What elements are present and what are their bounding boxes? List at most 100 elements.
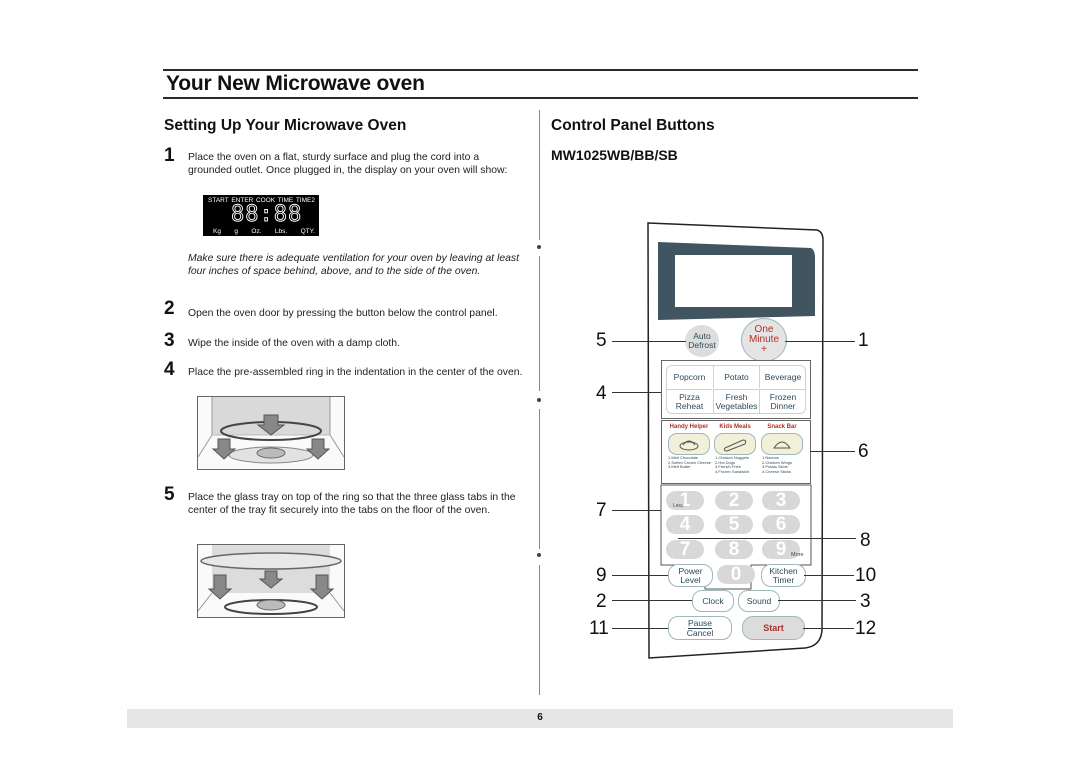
digit-7-button[interactable]: 7 <box>666 539 704 560</box>
button-label: Cancel <box>686 627 714 638</box>
potato-button[interactable]: Potato <box>713 366 759 388</box>
handy-helper-list: 1.Melt Chocolate 2.Soften Cream Cheese 3… <box>668 455 711 470</box>
step-number: 4 <box>164 359 175 380</box>
display-digits: 88:88 <box>231 202 303 227</box>
step-number: 2 <box>164 298 175 319</box>
list-item: 3.Melt Butter <box>668 464 691 470</box>
divider-dot <box>537 398 541 402</box>
callout-line <box>612 575 668 576</box>
digit-6-button[interactable]: 6 <box>762 514 800 535</box>
list-item: 4.Cheese Sticks <box>762 468 791 474</box>
display-label: START <box>208 197 229 204</box>
snack-bar-label: Snack Bar <box>767 424 797 430</box>
step-text: Place the glass tray on top of the ring … <box>188 492 516 516</box>
divider-dot <box>537 553 541 557</box>
display-unit: Lbs. <box>274 228 288 235</box>
callout-number: 4 <box>596 383 607 404</box>
snack-bar-button[interactable] <box>761 433 803 455</box>
kids-meals-list: 1.Chicken Nuggets 2.Hot Dogs 3.French Fr… <box>715 455 750 474</box>
callout-number: 3 <box>860 591 871 612</box>
top-rule <box>163 69 918 71</box>
display-screen <box>675 255 792 307</box>
list-item: 4.Frozen Sandwich <box>715 468 750 474</box>
callout-number: 8 <box>860 530 871 551</box>
button-label: Defrost <box>688 340 716 350</box>
digit-2-button[interactable]: 2 <box>715 490 753 511</box>
step-number: 5 <box>164 484 175 505</box>
digit-3-button[interactable]: 3 <box>762 490 800 511</box>
plus-icon: + <box>761 344 767 355</box>
kitchen-timer-button[interactable]: Kitchen Timer <box>761 564 806 587</box>
callout-line <box>810 451 855 452</box>
oven-interior-tray-image <box>198 545 344 617</box>
digit-4-button[interactable]: 4 <box>666 514 704 535</box>
bowl-icon <box>679 440 699 451</box>
model-number: MW1025WB/BB/SB <box>551 147 678 163</box>
callout-line <box>612 510 661 511</box>
handy-helper-button[interactable] <box>668 433 710 455</box>
hot-dog-icon <box>723 439 747 452</box>
taco-icon <box>773 441 791 449</box>
display-unit: g <box>234 228 238 235</box>
button-label: Pause <box>687 617 713 629</box>
column-divider <box>539 256 540 391</box>
power-level-button[interactable]: Power Level <box>668 564 713 587</box>
callout-line <box>612 341 686 342</box>
callout-number: 9 <box>596 565 607 586</box>
kids-meals-button[interactable] <box>714 433 756 455</box>
start-button[interactable]: Start <box>742 616 805 640</box>
snack-bar-list: 1.Nachos 2.Chicken Wings 3.Potato Skins … <box>762 455 792 474</box>
ring-illustration <box>197 396 345 470</box>
callout-line <box>803 628 854 629</box>
handy-helper-label: Handy Helper <box>669 424 709 430</box>
auto-defrost-button[interactable]: Auto Defrost <box>685 325 719 357</box>
digit-5-button[interactable]: 5 <box>715 514 753 535</box>
pizza-reheat-button[interactable]: Pizza Reheat <box>667 389 712 414</box>
fresh-vegetables-button[interactable]: Fresh Vegetables <box>713 389 759 414</box>
setup-heading: Setting Up Your Microwave Oven <box>164 117 407 134</box>
popcorn-button[interactable]: Popcorn <box>667 366 712 388</box>
step-number: 1 <box>164 145 175 166</box>
helper-group: Handy Helper Kids Meals Snack Bar 1.Melt… <box>661 420 811 484</box>
digit-8-button[interactable]: 8 <box>715 539 753 560</box>
callout-number: 1 <box>858 330 869 351</box>
button-label: Dinner <box>770 401 796 411</box>
callout-line <box>678 538 856 539</box>
button-label: Timer <box>772 574 795 585</box>
one-minute-button[interactable]: One Minute + <box>741 318 787 362</box>
step-number: 3 <box>164 330 175 351</box>
button-label: Level <box>680 574 701 585</box>
display-unit: Oz. <box>251 228 262 235</box>
auto-cook-group: Popcorn Potato Beverage Pizza Reheat Fre… <box>661 360 811 419</box>
column-divider <box>539 565 540 695</box>
digit-0-button[interactable]: 0 <box>717 564 755 585</box>
step-text: Open the oven door by pressing the butto… <box>188 308 498 319</box>
callout-number: 7 <box>596 500 607 521</box>
kids-meals-label: Kids Meals <box>719 424 751 430</box>
callout-number: 11 <box>589 618 609 639</box>
sound-button[interactable]: Sound <box>738 590 780 612</box>
display-unit: Kg <box>213 228 221 235</box>
display-unit: QTY. <box>300 228 315 235</box>
more-label: More <box>791 552 804 558</box>
callout-line <box>804 575 854 576</box>
beverage-button[interactable]: Beverage <box>759 366 806 388</box>
less-label: Less <box>673 503 684 509</box>
callout-number: 2 <box>596 591 607 612</box>
page-footer: 6 <box>127 709 953 728</box>
oven-interior-ring-image <box>198 397 344 469</box>
step-text: Place the oven on a flat, sturdy surface… <box>188 152 508 176</box>
button-label: Reheat <box>675 401 704 411</box>
oven-display: START ENTER COOK TIME TIME2 88:88 Kg g O… <box>203 195 319 236</box>
column-divider <box>539 409 540 549</box>
page-title: Your New Microwave oven <box>166 72 425 95</box>
frozen-dinner-button[interactable]: Frozen Dinner <box>759 389 806 414</box>
callout-number: 12 <box>855 618 877 639</box>
callout-line <box>778 600 856 601</box>
clock-button[interactable]: Clock <box>692 590 734 612</box>
callout-line <box>612 600 692 601</box>
digit-1-button[interactable]: 1 <box>666 490 704 511</box>
pause-cancel-button[interactable]: Pause Cancel <box>668 616 732 640</box>
callout-number: 10 <box>855 565 877 586</box>
button-label: Vegetables <box>715 401 758 411</box>
